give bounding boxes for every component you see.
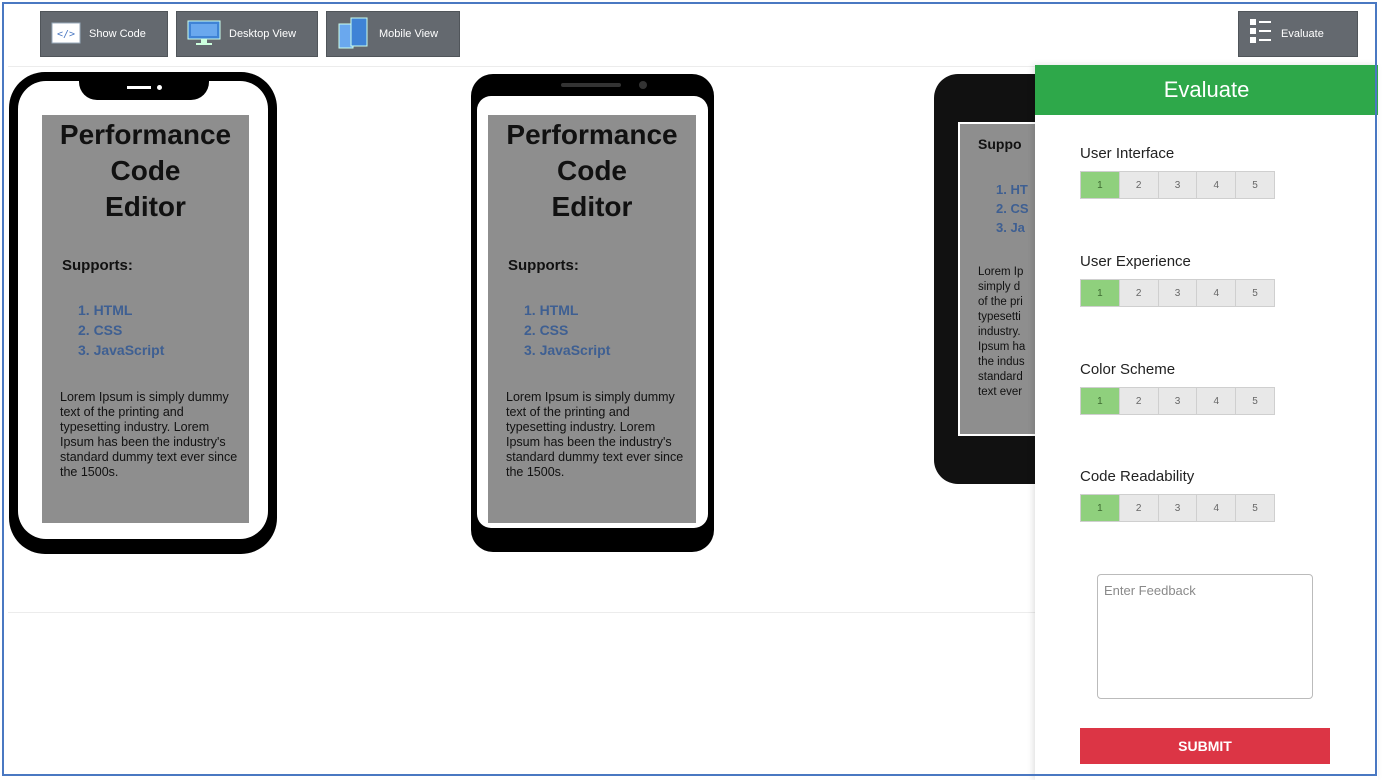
rating-option-3[interactable]: 3 — [1158, 388, 1198, 414]
evaluate-button[interactable]: Evaluate — [1238, 11, 1358, 57]
checklist-icon — [1249, 18, 1273, 51]
supports-heading: Supports: — [508, 257, 579, 274]
list-item: 1. HTML — [524, 302, 579, 318]
page-title: Performance Code Editor — [506, 119, 678, 222]
list-item: 3. JavaScript — [78, 342, 165, 358]
rating-option-1[interactable]: 1 — [1081, 495, 1120, 521]
rating-user-interface: 1 2 3 4 5 — [1080, 171, 1275, 199]
rating-option-1[interactable]: 1 — [1081, 172, 1120, 198]
panel-title: Evaluate — [1035, 65, 1378, 115]
rating-option-5[interactable]: 5 — [1236, 280, 1274, 306]
phone-preview-1: Performance Code Editor Supports: 1. HTM… — [9, 72, 277, 554]
rating-option-4[interactable]: 4 — [1197, 280, 1237, 306]
rating-option-2[interactable]: 2 — [1119, 388, 1159, 414]
rating-option-1[interactable]: 1 — [1081, 280, 1120, 306]
list-item: 1. HTML — [78, 302, 133, 318]
rating-option-5[interactable]: 5 — [1236, 172, 1274, 198]
rating-code-readability: 1 2 3 4 5 — [1080, 494, 1275, 522]
rating-option-4[interactable]: 4 — [1197, 495, 1237, 521]
rating-option-3[interactable]: 3 — [1158, 280, 1198, 306]
code-icon: </> — [51, 22, 81, 47]
rating-option-3[interactable]: 3 — [1158, 172, 1198, 198]
language-list: 1. HTML 2. CSS 3. JavaScript — [496, 300, 688, 360]
criterion-label: Code Readability — [1080, 468, 1195, 485]
rating-option-5[interactable]: 5 — [1236, 495, 1274, 521]
desktop-view-label: Desktop View — [229, 28, 297, 40]
criterion-label: User Interface — [1080, 145, 1175, 162]
show-code-button[interactable]: </> Show Code — [40, 11, 168, 57]
rating-user-experience: 1 2 3 4 5 — [1080, 279, 1275, 307]
rating-color-scheme: 1 2 3 4 5 — [1080, 387, 1275, 415]
criterion-color-scheme: Color Scheme 1 2 3 4 5 — [1080, 361, 1275, 415]
language-list: 1. HTML 2. CSS 3. JavaScript — [50, 300, 241, 360]
criterion-code-readability: Code Readability 1 2 3 4 5 — [1080, 468, 1275, 522]
mobile-view-label: Mobile View — [379, 28, 439, 40]
rating-option-2[interactable]: 2 — [1119, 172, 1159, 198]
list-item: 2. CSS — [524, 322, 569, 338]
rating-option-2[interactable]: 2 — [1119, 280, 1159, 306]
list-item: 3. JavaScript — [524, 342, 611, 358]
lorem-paragraph: Lorem Ipsum is simply dummy text of the … — [506, 390, 684, 479]
phone-screen-1: Performance Code Editor Supports: 1. HTM… — [42, 115, 249, 523]
phone-preview-2: Performance Code Editor Supports: 1. HTM… — [471, 74, 714, 552]
rating-option-4[interactable]: 4 — [1197, 172, 1237, 198]
rating-option-3[interactable]: 3 — [1158, 495, 1198, 521]
criterion-user-experience: User Experience 1 2 3 4 5 — [1080, 253, 1275, 307]
submit-button[interactable]: SUBMIT — [1080, 728, 1330, 764]
criterion-label: User Experience — [1080, 253, 1191, 270]
lorem-paragraph: Lorem Ipsum is simply dummy text of the … — [60, 390, 238, 479]
rating-option-2[interactable]: 2 — [1119, 495, 1159, 521]
rating-option-4[interactable]: 4 — [1197, 388, 1237, 414]
list-item: 2. CSS — [78, 322, 123, 338]
svg-text:</>: </> — [57, 29, 75, 40]
evaluate-label: Evaluate — [1281, 28, 1324, 40]
mobile-view-button[interactable]: Mobile View — [326, 11, 460, 57]
desktop-icon — [187, 19, 221, 50]
desktop-view-button[interactable]: Desktop View — [176, 11, 318, 57]
mobile-icon — [337, 16, 371, 53]
phone-speaker — [561, 83, 621, 87]
rating-option-1[interactable]: 1 — [1081, 388, 1120, 414]
phone-camera — [639, 81, 647, 89]
supports-heading: Supports: — [62, 257, 133, 274]
feedback-textarea[interactable] — [1097, 574, 1313, 699]
page-title: Performance Code Editor — [59, 119, 232, 222]
criterion-label: Color Scheme — [1080, 361, 1176, 378]
phone-screen-2: Performance Code Editor Supports: 1. HTM… — [488, 115, 696, 523]
phone-notch — [79, 72, 209, 100]
show-code-label: Show Code — [89, 28, 146, 40]
evaluate-panel: Evaluate User Interface 1 2 3 4 5 User E… — [1035, 65, 1378, 780]
criterion-user-interface: User Interface 1 2 3 4 5 — [1080, 145, 1275, 199]
preview-divider — [8, 612, 1038, 613]
rating-option-5[interactable]: 5 — [1236, 388, 1274, 414]
